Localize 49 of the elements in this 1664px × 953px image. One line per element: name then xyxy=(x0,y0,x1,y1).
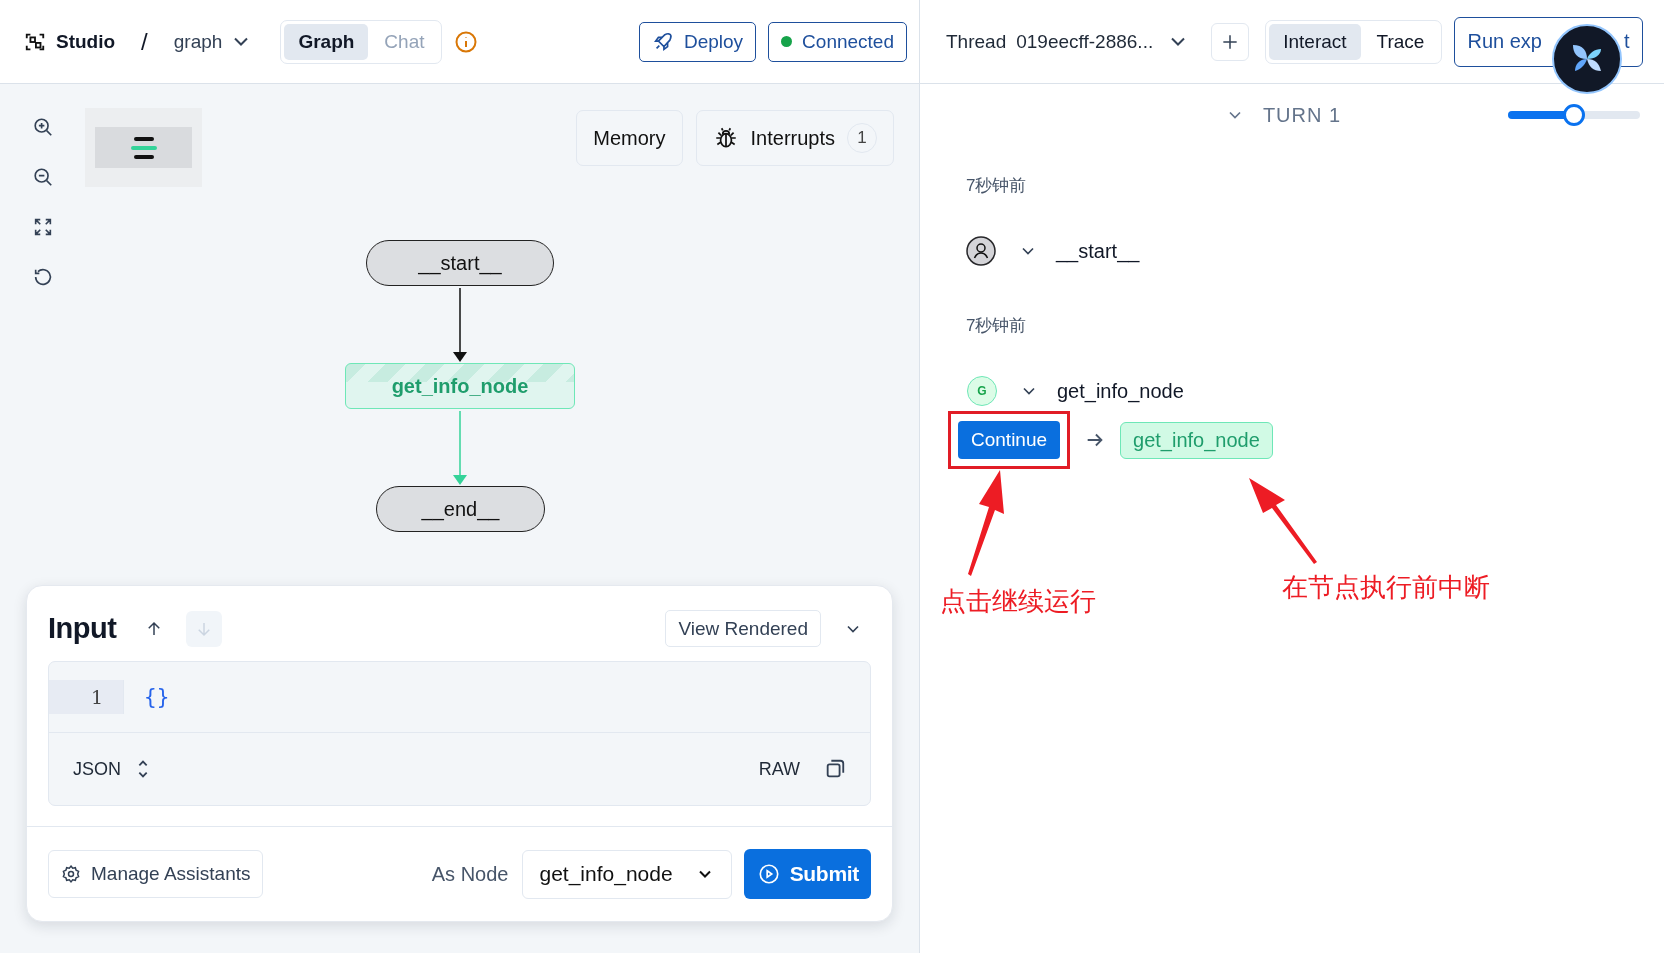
node-avatar: G xyxy=(967,376,997,406)
interrupts-button[interactable]: Interrupts 1 xyxy=(695,110,894,166)
continue-button[interactable]: Continue xyxy=(958,421,1061,459)
play-circle-icon xyxy=(757,863,780,885)
thread-selector[interactable]: 019eecff-2886... xyxy=(1016,30,1186,53)
chevron-down-icon xyxy=(1171,37,1186,46)
copy-icon[interactable] xyxy=(824,758,846,780)
fit-view-icon[interactable] xyxy=(32,216,54,238)
info-icon[interactable] xyxy=(454,29,479,54)
slider-thumb[interactable] xyxy=(1563,104,1585,126)
reset-icon[interactable] xyxy=(32,266,54,288)
step-node-name: __start__ xyxy=(1056,239,1140,263)
step-node-name: get_info_node xyxy=(1057,379,1184,403)
manage-assistants-button[interactable]: Manage Assistants xyxy=(48,850,264,898)
annotation-text: 在节点执行前中断 xyxy=(1282,571,1490,604)
raw-label: RAW xyxy=(758,758,800,780)
studio-title[interactable]: Studio xyxy=(56,30,116,53)
code-text: {} xyxy=(143,685,170,709)
new-thread-button[interactable] xyxy=(1211,22,1250,61)
line-number: 1 xyxy=(49,680,124,714)
rocket-icon xyxy=(651,30,674,53)
as-node-label: As Node xyxy=(431,862,509,886)
code-editor[interactable]: 1 {} JSON RAW xyxy=(48,661,871,806)
mode-tab[interactable]: Trace xyxy=(1362,23,1439,60)
turn-label: TURN 1 xyxy=(1262,103,1342,127)
view-rendered-button[interactable]: View Rendered xyxy=(665,610,821,647)
graph-node[interactable]: __start__ xyxy=(366,240,554,286)
graph-selector[interactable]: graph xyxy=(173,30,249,53)
panel-title: Input xyxy=(48,612,117,645)
user-avatar-icon xyxy=(966,236,996,266)
mode-tab[interactable]: Interact xyxy=(1269,23,1361,60)
chevron-down-icon xyxy=(234,37,249,46)
breadcrumb-separator: / xyxy=(141,27,148,56)
zoom-out-icon[interactable] xyxy=(32,166,54,188)
deploy-button[interactable]: Deploy xyxy=(638,21,757,62)
timestamp: 7秒钟前 xyxy=(966,315,1028,337)
gear-icon xyxy=(61,864,81,884)
graph-node[interactable]: __end__ xyxy=(376,486,545,532)
submit-button[interactable]: Submit xyxy=(743,849,871,899)
node-select[interactable]: get_info_node xyxy=(522,849,732,899)
memory-button[interactable]: Memory xyxy=(576,110,683,166)
format-selector[interactable]: JSON xyxy=(73,758,151,780)
zoom-in-icon[interactable] xyxy=(32,116,54,138)
connection-status-button[interactable]: Connected xyxy=(768,21,907,62)
thread-label: Thread xyxy=(946,30,1007,53)
view-tab[interactable]: Graph xyxy=(284,23,369,60)
timestamp: 7秒钟前 xyxy=(966,175,1028,197)
annotation-text: 点击继续运行 xyxy=(940,585,1096,618)
next-node-tag: get_info_node xyxy=(1120,421,1273,459)
